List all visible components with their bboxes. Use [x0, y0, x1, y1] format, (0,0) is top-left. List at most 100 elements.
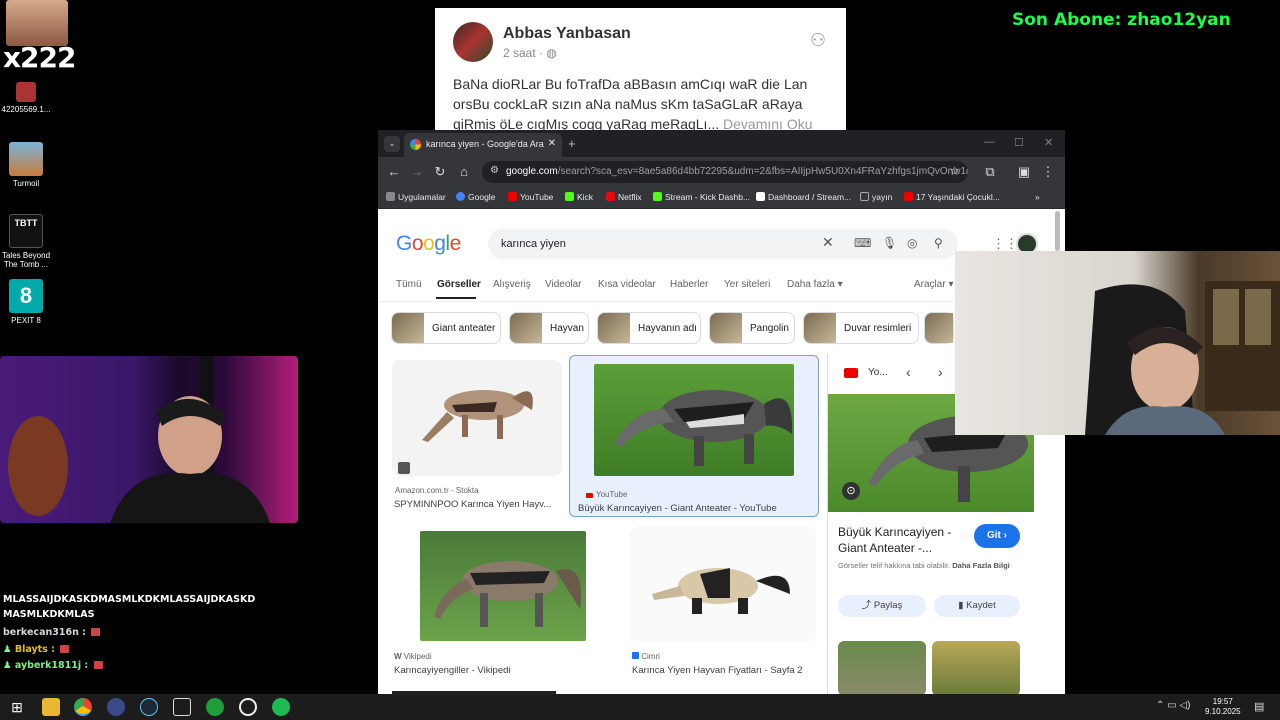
- add-friend-icon[interactable]: ⚇: [810, 30, 832, 52]
- extensions-icon[interactable]: ⧉: [982, 164, 998, 180]
- chip-giant-anteater[interactable]: Giant anteater: [391, 312, 501, 344]
- save-button[interactable]: ▮ Kaydet: [934, 595, 1020, 617]
- bookmark-kick-dashboard[interactable]: Stream - Kick Dashb...: [653, 192, 750, 202]
- file-explorer-icon[interactable]: [42, 698, 60, 716]
- tab-shopping[interactable]: Alışveriş: [493, 279, 531, 290]
- previous-icon[interactable]: ‹: [906, 364, 911, 380]
- google-logo[interactable]: Google: [396, 232, 461, 256]
- desktop-icon-turmoil[interactable]: Turmoil: [0, 142, 52, 188]
- desktop-icon-file[interactable]: 42205569.1...: [0, 82, 52, 114]
- windows-start-icon[interactable]: ⊞: [8, 698, 26, 716]
- next-icon[interactable]: ›: [938, 364, 943, 380]
- spotify-icon[interactable]: [272, 698, 290, 716]
- clock[interactable]: 19:57 9.10.2025: [1205, 697, 1241, 717]
- desktop-icon-pexit[interactable]: 8 PEXIT 8: [0, 279, 52, 325]
- bookmark-netflix[interactable]: Netflix: [606, 192, 642, 202]
- obs-icon[interactable]: [239, 698, 257, 716]
- result-image: [420, 531, 586, 641]
- tab-places[interactable]: Yer siteleri: [724, 279, 770, 290]
- notification-icon[interactable]: ▤: [1254, 700, 1264, 713]
- back-icon[interactable]: ←: [386, 164, 402, 179]
- turmoil-icon: [9, 142, 43, 176]
- minimize-icon[interactable]: —: [984, 136, 995, 148]
- url-domain: google.com: [506, 166, 558, 177]
- bookmark-folder-yayin[interactable]: yayın: [860, 192, 892, 202]
- browser-toolbar: ← → ↻ ⌂ ⚙ google.com/search?sca_esv=8ae5…: [378, 157, 1065, 187]
- capture-icon[interactable]: [173, 698, 191, 716]
- streamer-avatar: [6, 0, 68, 46]
- lens-icon[interactable]: ⊙: [842, 482, 860, 500]
- tales-icon: TBTT: [9, 214, 43, 248]
- browser-tab[interactable]: karınca yiyen - Google'da Ara ✕: [404, 133, 562, 157]
- bookmark-star-icon[interactable]: ☆: [949, 164, 960, 178]
- keyboard-icon[interactable]: ⌨: [854, 236, 871, 250]
- bookmark-google[interactable]: Google: [456, 192, 495, 202]
- home-icon[interactable]: ⌂: [456, 164, 472, 179]
- chip-pangolin[interactable]: Pangolin: [709, 312, 795, 344]
- scrollbar[interactable]: [1055, 211, 1060, 251]
- google-icon: [456, 192, 465, 201]
- bookmark-kick[interactable]: Kick: [565, 192, 593, 202]
- tab-short-videos[interactable]: Kısa videolar: [598, 279, 656, 290]
- related-image[interactable]: [838, 641, 926, 694]
- tab-tools[interactable]: Araçlar ▾: [914, 279, 953, 290]
- browser-icon[interactable]: [107, 698, 125, 716]
- learn-more-link[interactable]: Daha Fazla Bilgi: [952, 561, 1010, 570]
- tab-images[interactable]: Görseller: [437, 279, 481, 290]
- pexit-icon: 8: [9, 279, 43, 313]
- chip-more[interactable]: [924, 312, 954, 344]
- webcam-feed-left: [0, 356, 298, 523]
- desktop-icon-label: Tales Beyond The Tomb ...: [1, 251, 51, 269]
- search-input[interactable]: karınca yiyen ✕ ⌨ 🎙 ◎ ⚲: [488, 229, 958, 259]
- maximize-icon[interactable]: ☐: [1014, 136, 1024, 149]
- preview-source[interactable]: Yo...: [868, 367, 888, 378]
- tab-search-icon[interactable]: ⌄: [384, 136, 400, 152]
- steam-icon[interactable]: [140, 698, 158, 716]
- forward-icon[interactable]: →: [409, 164, 425, 179]
- youtube-icon: [586, 493, 593, 498]
- reload-icon[interactable]: ↻: [432, 164, 448, 180]
- tab-all[interactable]: Tümü: [396, 279, 422, 290]
- tray-icons[interactable]: ⌃ ▭ ◁): [1156, 700, 1190, 711]
- bookmark-youtube[interactable]: YouTube: [508, 192, 553, 202]
- microphone-icon[interactable]: 🎙: [882, 236, 897, 250]
- bookmark-icon[interactable]: [398, 462, 410, 474]
- preview-title[interactable]: Büyük Karıncayiyen - Giant Anteater -...: [838, 524, 958, 556]
- site-info-icon[interactable]: ⚙: [490, 165, 499, 176]
- related-image[interactable]: [932, 641, 1020, 694]
- bookmark-dashboard[interactable]: Dashboard / Stream...: [756, 192, 851, 202]
- tab-news[interactable]: Haberler: [670, 279, 708, 290]
- xbox-icon[interactable]: [206, 698, 224, 716]
- address-bar[interactable]: ⚙ google.com/search?sca_esv=8ae5a86d4bb7…: [482, 161, 968, 183]
- chip-thumbnail: [392, 313, 424, 343]
- new-tab-icon[interactable]: +: [568, 136, 576, 151]
- visit-button[interactable]: Git ›: [974, 524, 1020, 548]
- chat-message: MLASSAIJDKASKDMASMLKDKMLASSAIJDKASKD MAS…: [3, 594, 256, 620]
- lens-icon[interactable]: ◎: [907, 236, 917, 250]
- close-tab-icon[interactable]: ✕: [548, 138, 556, 149]
- active-tab-indicator: [436, 297, 476, 299]
- bookmark-youtube-video[interactable]: 17 Yaşındaki Çocukl...: [904, 192, 1000, 202]
- tab-videos[interactable]: Videolar: [545, 279, 582, 290]
- chip-duvar-resimleri[interactable]: Duvar resimleri: [803, 312, 919, 344]
- menu-icon[interactable]: ⋮: [1040, 164, 1056, 180]
- share-button[interactable]: ⤴ Paylaş: [838, 595, 926, 617]
- tab-more[interactable]: Daha fazla ▾: [787, 279, 843, 290]
- post-author[interactable]: Abbas Yanbasan: [503, 25, 631, 43]
- clear-search-icon[interactable]: ✕: [822, 234, 834, 251]
- profile-icon[interactable]: ▣: [1016, 164, 1032, 180]
- kick-icon: [653, 192, 662, 201]
- chip-thumbnail: [598, 313, 630, 343]
- chip-hayvanin-adi[interactable]: Hayvanın adı: [597, 312, 701, 344]
- screen: x222 42205569.1... Turmoil TBTT Tales Be…: [0, 0, 1280, 720]
- search-icon[interactable]: ⚲: [934, 236, 943, 250]
- youtube-icon: [508, 192, 517, 201]
- chrome-icon[interactable]: [74, 698, 92, 716]
- bookmark-apps[interactable]: Uygulamalar: [386, 192, 446, 202]
- chip-hayvan[interactable]: Hayvan: [509, 312, 589, 344]
- more-bookmarks-icon[interactable]: »: [1035, 192, 1040, 202]
- copyright-note: Görseller telif hakkına tabi olabilir. D…: [838, 561, 1010, 570]
- desktop-icon-tales[interactable]: TBTT Tales Beyond The Tomb ...: [0, 214, 52, 269]
- close-window-icon[interactable]: ✕: [1044, 136, 1053, 149]
- chip-thumbnail: [510, 313, 542, 343]
